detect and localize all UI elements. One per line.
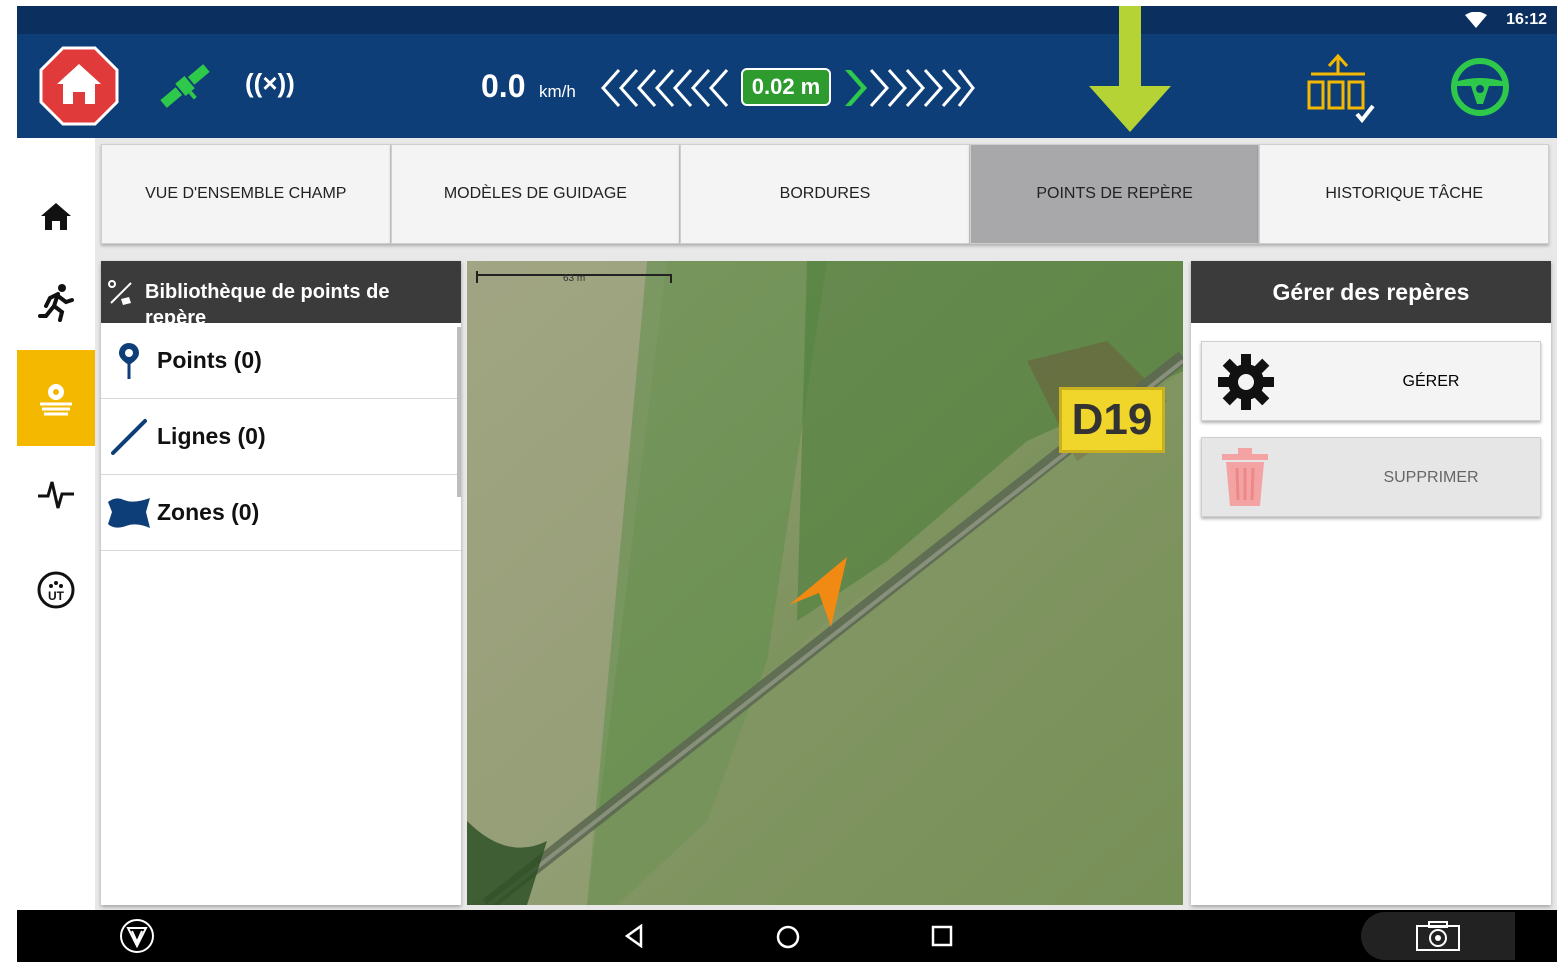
radio-signal-icon[interactable]: ((×)) (245, 68, 295, 99)
gear-icon (1218, 354, 1274, 410)
map-scale-label: 63 m (563, 273, 586, 284)
tab-field-overview[interactable]: VUE D'ENSEMBLE CHAMP (101, 144, 391, 244)
manage-header: Gérer des repères (1191, 261, 1551, 323)
gps-satellite-icon[interactable] (153, 54, 217, 118)
runner-icon (38, 284, 74, 322)
android-nav-bar (17, 910, 1557, 962)
brand-logo-icon[interactable] (119, 918, 155, 954)
steering-wheel-icon[interactable] (1449, 56, 1511, 118)
delete-button[interactable]: SUPPRIMER (1201, 437, 1541, 517)
library-row-label: Lignes (0) (157, 423, 266, 449)
manage-button-label: GÉRER (1402, 373, 1460, 390)
speed-unit: km/h (539, 82, 576, 101)
screen: 16:12 ((×)) 0.0 km/h 0.02 m UT VUE D'ENS… (0, 0, 1566, 962)
landmark-library-icon (108, 280, 132, 305)
tab-guidance-patterns[interactable]: MODÈLES DE GUIDAGE (390, 144, 681, 244)
tablet-screen: 16:12 ((×)) 0.0 km/h 0.02 m UT VUE D'ENS… (17, 6, 1557, 962)
library-scrollbar[interactable] (457, 327, 461, 497)
wifi-icon (1465, 12, 1487, 28)
library-row-zones[interactable]: Zones (0) (101, 475, 461, 551)
home-nav-icon[interactable] (775, 924, 801, 950)
sidebar-item-ut[interactable]: UT (17, 542, 95, 638)
manage-button[interactable]: GÉRER (1201, 341, 1541, 421)
line-icon (111, 418, 147, 455)
chevrons-left-icon (600, 69, 729, 107)
speed-value: 0.0 (481, 68, 526, 104)
svg-text:UT: UT (48, 589, 65, 603)
trash-icon (1222, 448, 1268, 506)
back-icon[interactable] (623, 924, 645, 948)
down-arrow-icon (1089, 6, 1171, 132)
sidebar-item-home[interactable] (17, 168, 95, 264)
tab-bar: VUE D'ENSEMBLE CHAMP MODÈLES DE GUIDAGE … (101, 144, 1549, 246)
road-label: D19 (1059, 387, 1165, 453)
tab-landmarks[interactable]: POINTS DE REPÈRE (969, 144, 1260, 244)
library-row-points[interactable]: Points (0) (101, 323, 461, 399)
manage-landmarks-panel: Gérer des repères GÉRER SUPPRIMER (1191, 261, 1551, 905)
sidebar-item-run[interactable] (17, 254, 95, 350)
library-title: Bibliothèque de points de repère (145, 281, 390, 323)
pulse-icon (38, 481, 74, 509)
landmark-library-panel: Bibliothèque de points de repère Points … (101, 261, 461, 905)
implement-icon[interactable] (1305, 48, 1375, 124)
top-toolbar: ((×)) 0.0 km/h 0.02 m (17, 34, 1557, 138)
sidebar-item-field[interactable] (17, 350, 95, 446)
clock: 16:12 (1506, 11, 1547, 28)
left-sidebar: UT (17, 138, 95, 910)
sidebar-item-diagnostics[interactable] (17, 446, 95, 542)
library-row-label: Points (0) (157, 347, 262, 373)
library-row-lines[interactable]: Lignes (0) (101, 399, 461, 475)
zone-icon (108, 497, 150, 528)
home-stop-button[interactable] (39, 46, 119, 126)
ut-icon: UT (37, 571, 75, 609)
camera-icon (1416, 921, 1460, 951)
screenshot-button-bg[interactable] (1361, 912, 1515, 960)
tab-boundaries[interactable]: BORDURES (680, 144, 970, 244)
library-header: Bibliothèque de points de repère (101, 261, 461, 323)
field-gear-icon (40, 384, 72, 416)
delete-button-label: SUPPRIMER (1383, 469, 1479, 486)
recents-icon[interactable] (931, 925, 953, 947)
pin-icon (119, 342, 139, 379)
home-icon (41, 203, 71, 230)
chevrons-right-icon (845, 69, 975, 107)
library-row-label: Zones (0) (157, 499, 260, 525)
status-bar: 16:12 (17, 6, 1557, 34)
map-imagery (467, 261, 1183, 905)
tab-task-history[interactable]: HISTORIQUE TÂCHE (1259, 144, 1549, 244)
satellite-map[interactable]: 63 m D19 (467, 261, 1183, 905)
cross-track-offset: 0.02 m (741, 68, 831, 106)
